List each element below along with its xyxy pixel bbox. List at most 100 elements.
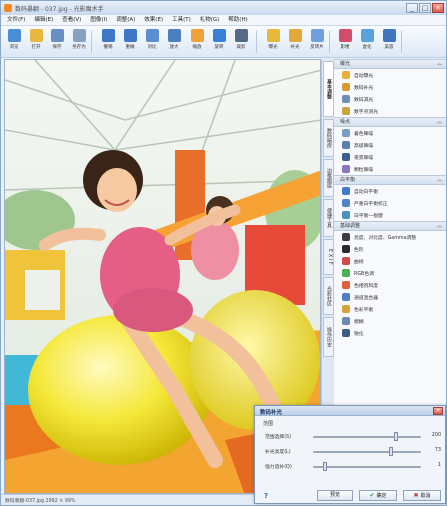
panel-item[interactable]: 锐化 bbox=[334, 327, 446, 339]
cancel-label: 取消 bbox=[420, 493, 431, 499]
toolbar-button[interactable]: 曝光 bbox=[263, 28, 283, 56]
cancel-button[interactable]: ✖ 取消 bbox=[403, 490, 441, 501]
side-tab[interactable]: 光影社区 bbox=[323, 277, 334, 315]
panel-item[interactable]: 色相饱和度 bbox=[334, 279, 446, 291]
panel-item-label: 模糊 bbox=[354, 319, 364, 325]
side-tab[interactable]: 边框图层 bbox=[323, 159, 334, 197]
panel-group-header[interactable]: 曝光 ︽ bbox=[334, 59, 446, 69]
toolbar-button-label: 旋转 bbox=[214, 45, 224, 50]
panel-item[interactable]: 自动白平衡 bbox=[334, 185, 446, 197]
panel-item[interactable]: 白平衡一指键 bbox=[334, 209, 446, 221]
panel-item[interactable]: 数字点测光 bbox=[334, 105, 446, 117]
panel-item[interactable]: 夜景降噪 bbox=[334, 151, 446, 163]
maximize-button[interactable]: □ bbox=[419, 3, 431, 13]
menu-item[interactable]: 效果(E) bbox=[144, 15, 163, 25]
toolbar-button-label: 虚化 bbox=[362, 45, 372, 50]
slider-track[interactable] bbox=[313, 436, 421, 438]
toolbar-button[interactable]: 旋转 bbox=[209, 28, 229, 56]
menu-bar: 文件(F) 编辑(E) 查看(V) 图像(I) 调整(A) 效果(E) 工具(T) 礼物(G)… bbox=[1, 15, 446, 26]
panel-item[interactable]: 色阶 bbox=[334, 243, 446, 255]
help-icon[interactable]: ? bbox=[264, 492, 268, 500]
menu-item[interactable]: 图像(I) bbox=[90, 15, 107, 25]
toolbar-button[interactable]: 打开 bbox=[26, 28, 46, 56]
auto-exposure-icon bbox=[342, 71, 350, 79]
collapse-chevron-icon[interactable]: ︽ bbox=[437, 176, 442, 185]
toolbar-button[interactable]: 保存 bbox=[47, 28, 67, 56]
menu-item[interactable]: 编辑(E) bbox=[34, 15, 53, 25]
ok-button[interactable]: ✔ 确定 bbox=[359, 490, 397, 501]
side-tab[interactable]: 基本调整 bbox=[323, 61, 334, 117]
window-title: 数码暴翻 - 037.jpg - 光影魔术手 bbox=[15, 6, 104, 13]
toolbar-button[interactable]: 美容 bbox=[379, 28, 399, 56]
panel-item[interactable]: 着色降噪 bbox=[334, 127, 446, 139]
toolbar-button[interactable]: 虚化 bbox=[357, 28, 377, 56]
preview-label: 预览 bbox=[329, 492, 340, 498]
white-balance-fix-icon bbox=[342, 199, 350, 207]
panel-item[interactable]: 数码减光 bbox=[334, 93, 446, 105]
toolbar-button[interactable]: 浏览 bbox=[4, 28, 24, 56]
collapse-chevron-icon[interactable]: ︽ bbox=[437, 60, 442, 69]
panel-item[interactable]: 模糊 bbox=[334, 315, 446, 327]
blur-tool-icon bbox=[342, 317, 350, 325]
toolbar-button[interactable]: 放大 bbox=[164, 28, 184, 56]
toolbar-button[interactable]: 反转片 bbox=[307, 28, 327, 56]
menu-item[interactable]: 查看(V) bbox=[62, 15, 81, 25]
beauty-icon bbox=[382, 29, 396, 42]
slider-thumb[interactable] bbox=[323, 462, 328, 471]
panel-item-label: 自动曝光 bbox=[354, 73, 374, 79]
panel-item[interactable]: 通道混合器 bbox=[334, 291, 446, 303]
panel-item-label: 高级降噪 bbox=[354, 143, 374, 149]
side-tab[interactable]: 便捷工具 bbox=[323, 199, 334, 237]
menu-item[interactable]: 工具(T) bbox=[172, 15, 191, 25]
panel-item[interactable]: 自动曝光 bbox=[334, 69, 446, 81]
menu-item[interactable]: 调整(A) bbox=[116, 15, 135, 25]
panel-group-header[interactable]: 白平衡 ︽ bbox=[334, 175, 446, 185]
color-balance-icon bbox=[342, 305, 350, 313]
panel-item[interactable]: 高级降噪 bbox=[334, 139, 446, 151]
toolbar-button[interactable]: 撤销 bbox=[98, 28, 118, 56]
slider-track[interactable] bbox=[313, 451, 421, 453]
channel-mixer-icon bbox=[342, 293, 350, 301]
toolbar-button[interactable]: 补光 bbox=[285, 28, 305, 56]
side-tab[interactable]: 数码暗房 bbox=[323, 119, 334, 157]
slider-track[interactable] bbox=[313, 466, 421, 468]
toolbar-button[interactable]: 另存为 bbox=[69, 28, 89, 56]
menu-item[interactable]: 帮助(H) bbox=[228, 15, 247, 25]
panel-item[interactable]: 亮度、对比度、Gamma调整 bbox=[334, 231, 446, 243]
panel-item[interactable]: 颗粒降噪 bbox=[334, 163, 446, 175]
panel-item-label: 通道混合器 bbox=[354, 295, 378, 301]
panel-item-label: 色彩平衡 bbox=[354, 307, 374, 313]
panel-group-header[interactable]: 噪点 ︽ bbox=[334, 117, 446, 127]
slider-thumb[interactable] bbox=[394, 432, 399, 441]
panel-item[interactable]: 色彩平衡 bbox=[334, 303, 446, 315]
panel-item[interactable]: RGB色调 bbox=[334, 267, 446, 279]
minimize-button[interactable]: _ bbox=[406, 3, 418, 13]
panel-item[interactable]: 严重白平衡校正 bbox=[334, 197, 446, 209]
toolbar-button-label: 对比 bbox=[147, 45, 157, 50]
toolbar-button[interactable]: 裁剪 bbox=[231, 28, 251, 56]
collapse-chevron-icon[interactable]: ︽ bbox=[437, 118, 442, 127]
panel-group-header[interactable]: 基础调整 ︽ bbox=[334, 221, 446, 231]
toolbar-button-label: 放大 bbox=[169, 45, 179, 50]
toolbar-button[interactable]: 影楼 bbox=[335, 28, 355, 56]
panel-item-label: 夜景降噪 bbox=[354, 155, 374, 161]
side-tab[interactable]: E X I F bbox=[323, 239, 334, 275]
slider-thumb[interactable] bbox=[388, 447, 393, 456]
toolbar-button[interactable]: 对比 bbox=[142, 28, 162, 56]
close-button[interactable]: × bbox=[432, 3, 444, 13]
undo-icon bbox=[101, 29, 115, 42]
panel-item-label: 严重白平衡校正 bbox=[354, 201, 388, 207]
side-tab[interactable]: 操作历史 bbox=[323, 317, 334, 357]
spot-metering-icon bbox=[342, 107, 350, 115]
ok-label: 确定 bbox=[376, 493, 387, 499]
toolbar: 浏览 打开 保存 另存为 撤销 重做 对比 放大 缩放 旋转 裁剪 曝光 补光 反转片 影楼 虚化 美容 bbox=[1, 26, 446, 58]
panel-item[interactable]: 数码补光 bbox=[334, 81, 446, 93]
menu-item[interactable]: 礼物(G) bbox=[200, 15, 220, 25]
collapse-chevron-icon[interactable]: ︽ bbox=[437, 222, 442, 231]
menu-item[interactable]: 文件(F) bbox=[7, 15, 25, 25]
panel-item[interactable]: 曲线 bbox=[334, 255, 446, 267]
toolbar-button[interactable]: 重做 bbox=[120, 28, 140, 56]
dialog-close-button[interactable]: × bbox=[433, 407, 443, 415]
preview-button[interactable]: 预览 bbox=[317, 490, 353, 501]
toolbar-button[interactable]: 缩放 bbox=[187, 28, 207, 56]
